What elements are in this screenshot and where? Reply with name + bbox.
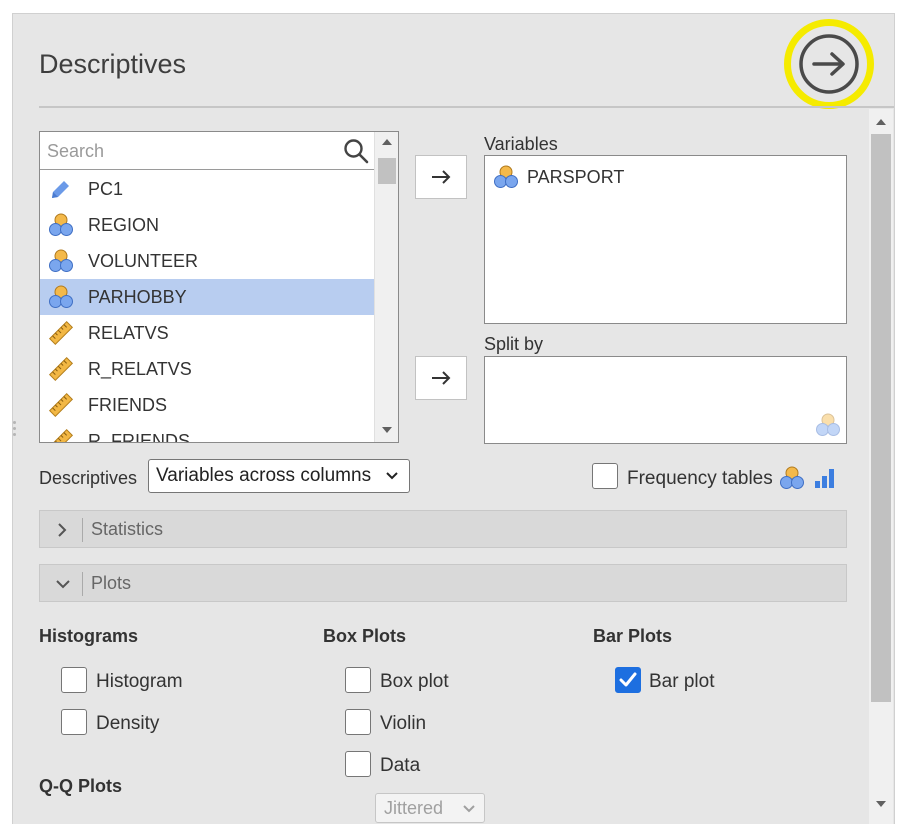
descriptives-layout-value: Variables across columns — [156, 465, 372, 486]
descriptives-layout-select[interactable]: Variables across columns — [148, 459, 410, 493]
nominal-icon — [48, 284, 74, 310]
ordinal-ruler-icon — [48, 392, 74, 418]
histogram-label: Histogram — [96, 671, 183, 692]
nominal-icon — [780, 466, 804, 489]
box-plot-label: Box plot — [380, 671, 449, 692]
arrow-right-circle-icon — [799, 34, 859, 94]
histogram-checkbox[interactable] — [61, 667, 87, 693]
frequency-type-icons — [779, 465, 837, 491]
plots-section-label: Plots — [91, 573, 132, 593]
descriptives-option-label: Descriptives — [39, 468, 138, 488]
frequency-tables-checkbox[interactable] — [592, 463, 618, 489]
variables-label: Variables — [484, 134, 558, 154]
variable-label: REGION — [88, 214, 160, 235]
search-field[interactable]: Search — [40, 132, 374, 170]
variable-label: PC1 — [88, 178, 124, 199]
box-plots-heading: Box Plots — [323, 626, 407, 646]
qq-plots-heading: Q-Q Plots — [39, 776, 123, 796]
violin-checkbox[interactable] — [345, 709, 371, 735]
statistics-section-header[interactable]: Statistics — [39, 510, 847, 548]
variable-label: RELATVS — [88, 322, 169, 343]
descriptives-panel: Descriptives Search PC1 REGION VOLUNTEER… — [12, 13, 895, 824]
histograms-heading: Histograms — [39, 626, 139, 646]
ordinal-ruler-icon — [48, 356, 74, 382]
panel-title: Descriptives — [39, 49, 187, 79]
chevron-down-icon — [386, 472, 398, 480]
variable-list[interactable]: Search PC1 REGION VOLUNTEER PARHOBBY REL… — [39, 131, 399, 443]
list-item[interactable]: RELATVS — [40, 315, 374, 351]
split-by-label: Split by — [484, 334, 544, 354]
ordinal-ruler-icon — [48, 320, 74, 346]
split-by-box[interactable] — [484, 356, 847, 444]
variable-label: R_FRIENDS — [88, 430, 191, 443]
nominal-icon — [493, 164, 519, 190]
data-checkbox[interactable] — [345, 751, 371, 777]
nominal-icon — [48, 248, 74, 274]
arrow-right-icon — [432, 371, 451, 385]
density-checkbox[interactable] — [61, 709, 87, 735]
list-item[interactable]: REGION — [40, 207, 374, 243]
move-to-variables-button[interactable] — [415, 155, 467, 199]
checkmark-icon — [619, 672, 637, 687]
scroll-down-icon[interactable] — [382, 427, 392, 433]
variable-label: PARSPORT — [527, 166, 625, 187]
panel-scrollbar[interactable] — [869, 109, 893, 824]
box-plot-checkbox[interactable] — [345, 667, 371, 693]
statistics-section-label: Statistics — [91, 519, 164, 539]
violin-label: Violin — [380, 713, 427, 734]
ordinal-ruler-icon — [48, 428, 74, 442]
density-label: Density — [96, 713, 160, 734]
list-item[interactable]: VOLUNTEER — [40, 243, 374, 279]
nominal-hint-icon — [816, 413, 840, 436]
arrow-right-icon — [432, 170, 451, 184]
variable-label: R_RELATVS — [88, 358, 192, 379]
resize-grip[interactable] — [13, 421, 17, 443]
variable-label: FRIENDS — [88, 394, 168, 415]
list-item[interactable]: PARHOBBY — [40, 279, 374, 315]
scroll-up-icon[interactable] — [382, 139, 392, 145]
search-icon[interactable] — [343, 138, 369, 164]
data-label: Data — [380, 755, 421, 776]
scroll-down-icon[interactable] — [876, 801, 886, 807]
list-item[interactable]: R_RELATVS — [40, 351, 374, 387]
variables-box[interactable]: PARSPORT — [484, 155, 847, 324]
bar-chart-icon — [815, 469, 834, 488]
continuous-pencil-icon — [48, 176, 74, 202]
title-divider — [39, 106, 894, 108]
bar-plots-heading: Bar Plots — [593, 626, 673, 646]
variable-items: PC1 REGION VOLUNTEER PARHOBBY RELATVS R_… — [40, 171, 374, 443]
scroll-thumb[interactable] — [378, 158, 396, 184]
section-divider — [82, 518, 83, 542]
frequency-tables-label: Frequency tables — [627, 468, 773, 489]
search-input[interactable]: Search — [47, 141, 104, 162]
list-item[interactable]: R_FRIENDS — [40, 423, 374, 443]
variable-label: PARHOBBY — [88, 286, 187, 307]
list-item[interactable]: PC1 — [40, 171, 374, 207]
data-style-select[interactable]: Jittered — [375, 793, 485, 823]
plots-section-header[interactable]: Plots — [39, 564, 847, 602]
list-item[interactable]: FRIENDS — [40, 387, 374, 423]
bar-plot-label: Bar plot — [649, 671, 715, 692]
run-analysis-button[interactable] — [784, 19, 874, 109]
data-style-value: Jittered — [384, 798, 444, 818]
scroll-up-icon[interactable] — [876, 119, 886, 125]
nominal-icon — [48, 212, 74, 238]
move-to-split-by-button[interactable] — [415, 356, 467, 400]
bar-plot-checkbox[interactable] — [615, 667, 641, 693]
chevron-down-icon — [56, 580, 70, 589]
chevron-right-icon — [58, 523, 67, 537]
variable-label: VOLUNTEER — [88, 250, 199, 271]
list-item[interactable]: PARSPORT — [493, 164, 624, 190]
variable-list-scrollbar[interactable] — [374, 132, 398, 442]
scroll-thumb[interactable] — [871, 134, 891, 702]
section-divider — [82, 572, 83, 596]
